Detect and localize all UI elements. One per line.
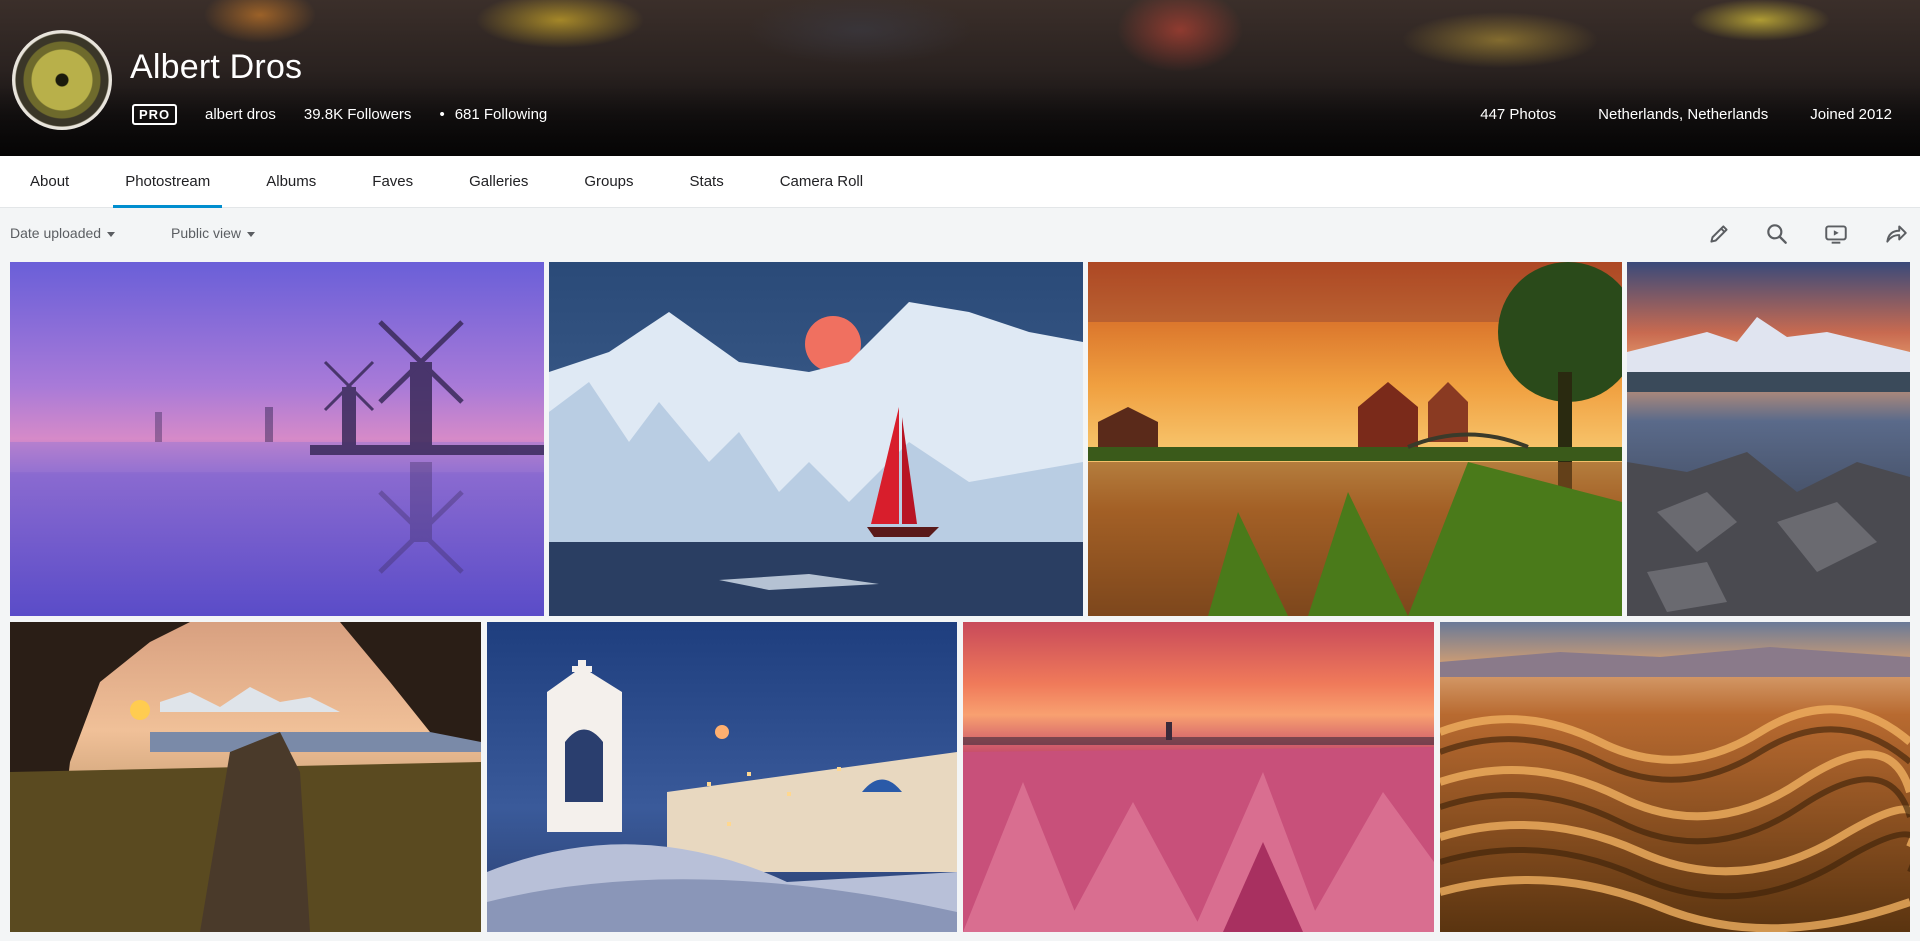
- following-text: 681 Following: [454, 106, 548, 123]
- photo-tulip-field-windmill[interactable]: [963, 622, 1434, 932]
- location: Netherlands, Netherlands: [1598, 106, 1769, 123]
- profile-banner: Albert Dros PRO albert dros 39.8K Follow…: [0, 0, 1920, 156]
- profile-name: Albert Dros: [130, 48, 303, 86]
- profile-subnav: About Photostream Albums Faves Galleries…: [0, 156, 1920, 208]
- photostream-toolbar: Date uploaded Public view: [0, 209, 1920, 259]
- tab-stats[interactable]: Stats: [670, 156, 744, 208]
- pro-badge: PRO: [132, 104, 178, 125]
- profile-meta-right: 447 Photos Netherlands, Netherlands Join…: [1480, 106, 1892, 123]
- followers-link[interactable]: 39.8K Followers: [304, 106, 412, 123]
- sort-label: Date uploaded: [10, 225, 102, 241]
- photo-windmills-fog[interactable]: [10, 262, 544, 616]
- photo-badlands-ridges[interactable]: [1440, 622, 1910, 932]
- following-link[interactable]: 681 Following: [439, 106, 548, 123]
- pencil-icon[interactable]: [1706, 221, 1732, 247]
- photo-santorini-bell-tower[interactable]: [487, 622, 957, 932]
- photo-dutch-village-sunset[interactable]: [1088, 262, 1622, 616]
- search-icon[interactable]: [1764, 221, 1790, 247]
- chevron-down-icon: [107, 231, 116, 237]
- avatar[interactable]: [12, 30, 112, 130]
- username: albert dros: [205, 106, 276, 123]
- photo-iceberg-sailboat[interactable]: [549, 262, 1083, 616]
- tab-about[interactable]: About: [10, 156, 89, 208]
- photo-tree-cave-mountains[interactable]: [10, 622, 481, 932]
- tab-groups[interactable]: Groups: [564, 156, 653, 208]
- photo-mountain-reflection[interactable]: [1627, 262, 1910, 616]
- view-dropdown[interactable]: Public view: [171, 225, 256, 241]
- tab-albums[interactable]: Albums: [246, 156, 336, 208]
- chevron-down-icon: [247, 231, 256, 237]
- tab-camera-roll[interactable]: Camera Roll: [760, 156, 883, 208]
- tab-bar: About Photostream Albums Faves Galleries…: [10, 156, 899, 208]
- tab-photostream[interactable]: Photostream: [105, 156, 230, 208]
- slideshow-icon[interactable]: [1823, 221, 1849, 247]
- share-icon[interactable]: [1883, 221, 1909, 247]
- tab-galleries[interactable]: Galleries: [449, 156, 548, 208]
- sort-dropdown[interactable]: Date uploaded: [10, 225, 116, 241]
- profile-meta-left: albert dros 39.8K Followers 681 Followin…: [205, 106, 547, 123]
- view-label: Public view: [171, 225, 242, 241]
- photo-count: 447 Photos: [1480, 106, 1557, 123]
- tab-faves[interactable]: Faves: [352, 156, 433, 208]
- joined-date: Joined 2012: [1810, 106, 1892, 123]
